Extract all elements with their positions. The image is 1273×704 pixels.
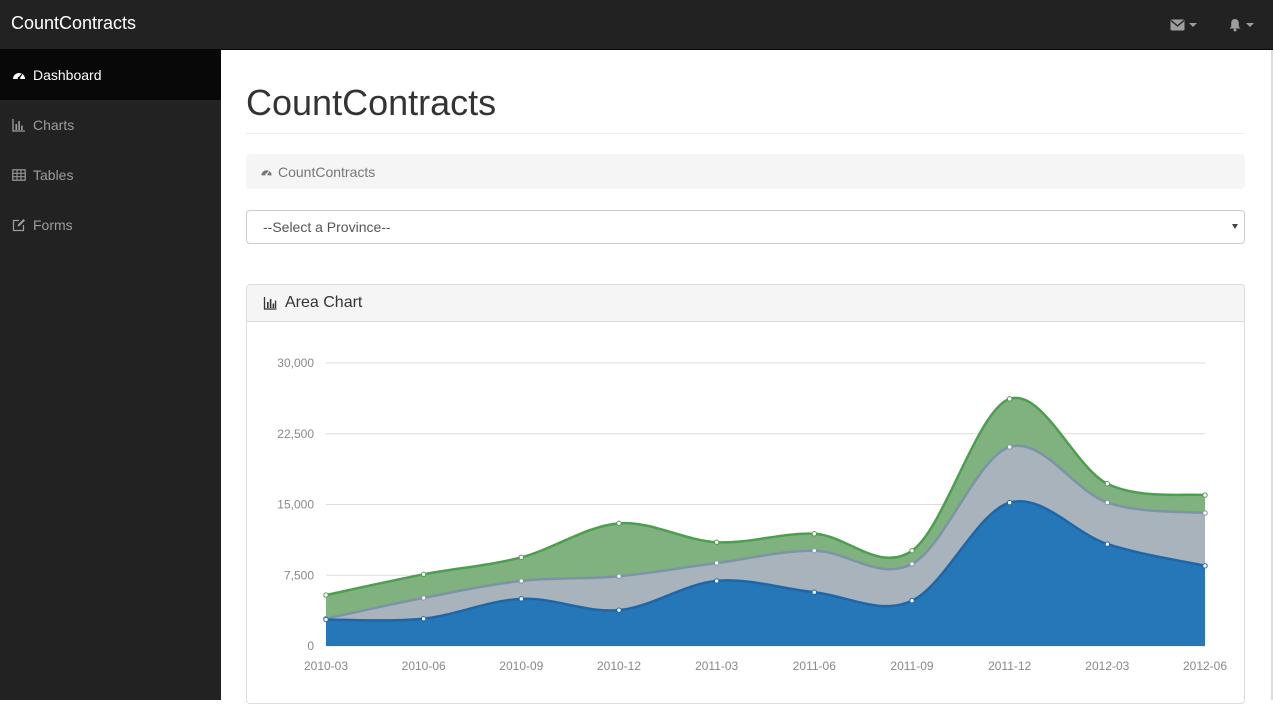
table-icon xyxy=(12,169,26,181)
province-select-value: --Select a Province-- xyxy=(263,219,391,235)
y-tick-label: 30,000 xyxy=(277,356,314,370)
data-point xyxy=(518,596,525,602)
province-select[interactable]: --Select a Province-- xyxy=(246,210,1245,244)
alerts-dropdown[interactable] xyxy=(1228,16,1254,34)
messages-dropdown[interactable] xyxy=(1170,16,1197,34)
main-content: CountContracts CountContracts --Select a… xyxy=(221,50,1271,704)
y-tick-label: 0 xyxy=(307,639,314,653)
data-point xyxy=(811,548,818,554)
data-point xyxy=(1202,492,1208,498)
x-tick-label: 2011-12 xyxy=(988,659,1031,673)
data-point xyxy=(323,592,329,598)
top-navbar: CountContracts xyxy=(0,0,1273,50)
sidebar-item-forms[interactable]: Forms xyxy=(0,200,221,250)
chevron-down-icon xyxy=(1232,224,1238,229)
data-point xyxy=(518,554,525,561)
x-tick-label: 2010-06 xyxy=(402,659,446,673)
data-point xyxy=(713,578,720,584)
data-point xyxy=(518,578,525,584)
x-tick-label: 2012-03 xyxy=(1085,659,1129,673)
sidebar-item-tables[interactable]: Tables xyxy=(0,150,221,200)
data-point xyxy=(811,531,818,537)
x-tick-label: 2012-06 xyxy=(1183,659,1227,673)
chevron-down-icon xyxy=(1189,23,1197,27)
sidebar-item-label: Charts xyxy=(33,117,75,133)
data-point xyxy=(616,573,622,579)
data-point xyxy=(713,539,720,545)
sidebar-item-charts[interactable]: Charts xyxy=(0,100,221,150)
x-tick-label: 2011-06 xyxy=(793,659,836,673)
data-point xyxy=(1104,481,1111,487)
breadcrumb: CountContracts xyxy=(246,154,1245,189)
data-point xyxy=(420,615,427,622)
chevron-down-icon xyxy=(1246,23,1254,27)
bar-chart-icon xyxy=(12,119,25,132)
brand-logo[interactable]: CountContracts xyxy=(11,13,136,34)
x-tick-label: 2010-03 xyxy=(304,659,348,673)
x-tick-label: 2010-09 xyxy=(499,659,543,673)
x-tick-label: 2010-12 xyxy=(597,659,641,673)
area-chart: 0 7,500 15,000 22,500 30,000 2010-03 2010-06 20… xyxy=(277,356,1227,673)
data-point xyxy=(713,560,720,566)
sidebar: Dashboard Charts Tables Forms xyxy=(0,50,221,700)
data-point xyxy=(1006,499,1013,506)
y-tick-label: 7,500 xyxy=(284,568,314,582)
y-tick-label: 22,500 xyxy=(277,427,314,441)
panel-heading: Area Chart xyxy=(247,285,1244,322)
data-point xyxy=(1006,396,1013,402)
data-point xyxy=(1104,541,1111,547)
envelope-icon xyxy=(1170,19,1185,31)
data-point xyxy=(1202,563,1208,569)
sidebar-item-label: Forms xyxy=(33,217,73,233)
edit-icon xyxy=(12,219,25,232)
sidebar-item-dashboard[interactable]: Dashboard xyxy=(0,50,221,100)
dashboard-icon xyxy=(261,169,272,176)
data-point xyxy=(1006,444,1013,450)
x-tick-label: 2011-03 xyxy=(695,659,738,673)
data-point xyxy=(909,548,915,554)
data-point xyxy=(909,561,915,567)
bar-chart-icon xyxy=(263,297,277,310)
data-point xyxy=(616,607,622,613)
breadcrumb-label: CountContracts xyxy=(278,163,376,180)
data-point xyxy=(909,598,915,604)
page-title: CountContracts xyxy=(246,82,497,123)
data-point xyxy=(420,595,427,601)
dashboard-icon xyxy=(13,73,25,80)
bell-icon xyxy=(1229,19,1241,32)
title-divider xyxy=(246,133,1245,134)
data-point xyxy=(323,616,329,623)
area-chart-panel: Area Chart 0 7,500 15,000 22,500 30,000 2010-… xyxy=(246,284,1245,704)
sidebar-item-label: Tables xyxy=(33,167,74,183)
data-point xyxy=(420,571,427,578)
data-point xyxy=(1104,499,1111,506)
y-tick-label: 15,000 xyxy=(277,498,314,512)
x-tick-label: 2011-09 xyxy=(890,659,933,673)
panel-title: Area Chart xyxy=(285,294,363,311)
data-point xyxy=(1202,510,1208,516)
data-point xyxy=(811,589,818,595)
data-point xyxy=(616,520,622,527)
sidebar-item-label: Dashboard xyxy=(33,67,102,83)
